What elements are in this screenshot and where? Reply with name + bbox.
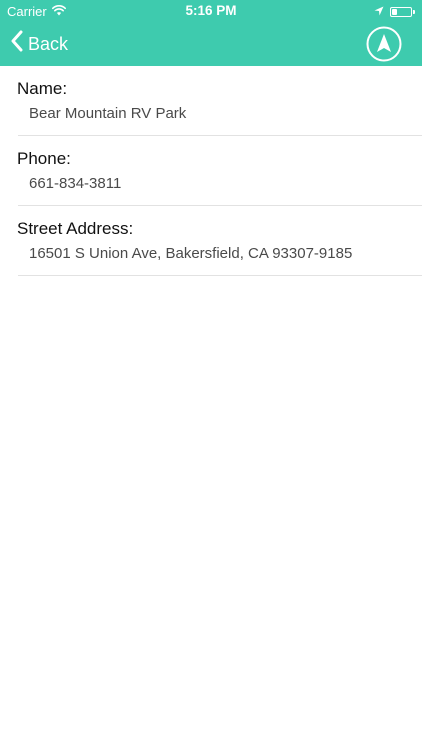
header: Carrier 5:16 PM Back <box>0 0 422 66</box>
battery-level <box>392 8 397 15</box>
back-button[interactable]: Back <box>10 30 68 57</box>
address-label: Street Address: <box>17 219 134 238</box>
phone-value[interactable]: 661-834-3811 <box>29 175 121 192</box>
address-field: Street Address: 16501 S Union Ave, Baker… <box>17 206 422 276</box>
battery-icon <box>390 6 412 17</box>
address-value[interactable]: 16501 S Union Ave, Bakersfield, CA 93307… <box>29 245 352 262</box>
status-time: 5:16 PM <box>185 3 237 18</box>
battery-tip <box>413 9 415 14</box>
name-label: Name: <box>17 79 68 98</box>
phone-label: Phone: <box>17 149 71 168</box>
location-arrow-icon <box>374 4 384 19</box>
navigation-bar: Back <box>0 22 422 66</box>
status-bar: Carrier 5:16 PM <box>0 0 422 22</box>
place-detail-screen: Carrier 5:16 PM Back Name: Bear Mountain… <box>0 0 422 750</box>
name-value: Bear Mountain RV Park <box>29 105 187 122</box>
name-field: Name: Bear Mountain RV Park <box>17 66 422 136</box>
navigation-arrow-icon <box>366 26 402 62</box>
phone-field: Phone: 661-834-3811 <box>17 136 422 206</box>
detail-list: Name: Bear Mountain RV Park Phone: 661-8… <box>0 66 422 276</box>
navigate-button[interactable] <box>366 26 402 62</box>
status-indicators <box>374 4 415 19</box>
chevron-left-icon <box>10 30 23 57</box>
back-label: Back <box>28 34 69 54</box>
